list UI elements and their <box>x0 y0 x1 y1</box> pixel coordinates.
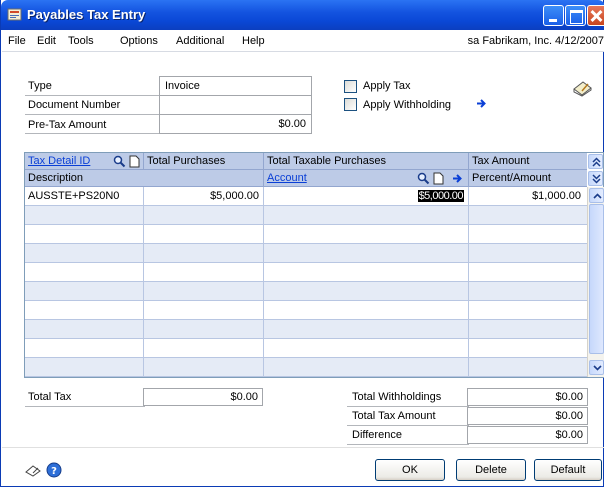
help-icon[interactable]: ? <box>46 462 62 478</box>
menu-additional[interactable]: Additional <box>176 35 224 47</box>
menu-help[interactable]: Help <box>242 35 265 47</box>
type-label: Type <box>28 80 52 92</box>
apply-tax-checkbox[interactable] <box>344 80 357 93</box>
total-withholdings-label: Total Withholdings <box>352 391 442 403</box>
table-row[interactable] <box>25 301 587 320</box>
grid-vertical-scrollbar[interactable] <box>587 187 604 377</box>
totals-divider <box>347 425 469 426</box>
account-expand-arrow-icon[interactable] <box>452 173 463 184</box>
expand-rows-button[interactable] <box>588 171 603 186</box>
total-tax-underline <box>25 406 145 407</box>
scroll-up-button[interactable] <box>589 188 604 203</box>
account-header[interactable]: Account <box>267 172 307 184</box>
window-title: Payables Tax Entry <box>27 7 146 22</box>
table-row[interactable] <box>25 225 587 244</box>
scroll-thumb[interactable] <box>589 204 604 354</box>
note-icon[interactable] <box>571 80 593 97</box>
row-tax-detail-id[interactable]: AUSSTE+PS20N0 <box>28 190 119 202</box>
title-bar[interactable]: Payables Tax Entry <box>1 0 604 30</box>
app-icon <box>7 8 22 21</box>
total-withholdings-value: $0.00 <box>555 391 583 403</box>
row-tax-amount[interactable]: $1,000.00 <box>532 190 581 202</box>
lookup-icon[interactable] <box>113 155 126 168</box>
difference-label: Difference <box>352 429 402 441</box>
total-tax-amount-value: $0.00 <box>555 410 583 422</box>
table-row[interactable] <box>25 320 587 339</box>
document-number-label: Document Number <box>28 99 121 111</box>
apply-withholding-checkbox[interactable] <box>344 98 357 111</box>
totals-divider <box>347 406 469 407</box>
tax-detail-grid: Tax Detail ID Total Purchases Total Taxa… <box>24 152 604 378</box>
collapse-rows-button[interactable] <box>588 154 603 169</box>
close-button[interactable] <box>587 5 604 26</box>
column-divider <box>468 187 469 377</box>
total-tax-label: Total Tax <box>28 391 72 403</box>
table-row[interactable] <box>25 339 587 358</box>
pretax-amount-label: Pre-Tax Amount <box>28 119 107 131</box>
document-number-field[interactable] <box>159 95 312 115</box>
row-total-taxable-purchases[interactable]: $5,000.00 <box>417 190 464 202</box>
tax-amount-header: Tax Amount <box>472 155 530 167</box>
table-row[interactable]: AUSSTE+PS20N0 $5,000.00 $5,000.00 $1,000… <box>25 187 587 206</box>
row-total-taxable-purchases-value[interactable]: $5,000.00 <box>417 190 464 202</box>
table-row[interactable] <box>25 244 587 263</box>
column-divider <box>263 187 264 377</box>
account-lookup-icon[interactable] <box>417 172 430 185</box>
menu-tools[interactable]: Tools <box>68 35 94 47</box>
menu-bar: File Edit Tools Options Additional Help … <box>2 30 604 52</box>
total-purchases-header: Total Purchases <box>147 155 226 167</box>
pretax-amount-field[interactable]: $0.00 <box>159 114 312 134</box>
menu-edit[interactable]: Edit <box>37 35 56 47</box>
table-row[interactable] <box>25 358 587 377</box>
type-value: Invoice <box>165 80 200 92</box>
new-document-icon[interactable] <box>129 155 140 168</box>
grid-header-row-2: Description Account Percent/Amount <box>25 170 587 187</box>
total-tax-amount-field: $0.00 <box>467 407 588 425</box>
difference-field: $0.00 <box>467 426 588 444</box>
row-total-purchases[interactable]: $5,000.00 <box>210 190 259 202</box>
scroll-down-button[interactable] <box>589 360 604 375</box>
minimize-button[interactable] <box>543 5 564 26</box>
total-taxable-purchases-header: Total Taxable Purchases <box>267 155 387 167</box>
table-row[interactable] <box>25 206 587 225</box>
tax-detail-id-header[interactable]: Tax Detail ID <box>28 155 90 167</box>
type-field[interactable]: Invoice <box>159 76 312 96</box>
company-date-info: sa Fabrikam, Inc. 4/12/2007 <box>467 35 604 47</box>
maximize-button[interactable] <box>565 5 586 26</box>
svg-text:?: ? <box>51 466 57 477</box>
grid-header-row-1: Tax Detail ID Total Purchases Total Taxa… <box>25 153 587 170</box>
table-row[interactable] <box>25 282 587 301</box>
total-tax-value: $0.00 <box>230 391 258 403</box>
total-withholdings-field: $0.00 <box>467 388 588 406</box>
ok-button[interactable]: OK <box>375 459 445 481</box>
column-divider <box>143 187 144 377</box>
pretax-amount-value: $0.00 <box>278 118 306 130</box>
account-new-icon[interactable] <box>433 172 444 185</box>
total-tax-field: $0.00 <box>143 388 263 406</box>
difference-value: $0.00 <box>555 429 583 441</box>
totals-divider <box>347 444 469 445</box>
footer-separator <box>2 447 604 448</box>
note-footer-icon[interactable] <box>24 463 42 477</box>
menu-options[interactable]: Options <box>120 35 158 47</box>
percent-amount-header: Percent/Amount <box>472 172 551 184</box>
menu-file[interactable]: File <box>8 35 26 47</box>
description-header: Description <box>28 172 84 184</box>
total-tax-amount-label: Total Tax Amount <box>352 410 436 422</box>
default-button[interactable]: Default <box>534 459 602 481</box>
delete-button[interactable]: Delete <box>456 459 526 481</box>
apply-withholding-label: Apply Withholding <box>363 99 452 111</box>
apply-tax-label: Apply Tax <box>363 80 411 92</box>
payables-tax-entry-window: Payables Tax Entry File Edit Tools Optio… <box>0 0 604 487</box>
expand-arrow-icon[interactable] <box>476 98 487 109</box>
table-row[interactable] <box>25 263 587 282</box>
